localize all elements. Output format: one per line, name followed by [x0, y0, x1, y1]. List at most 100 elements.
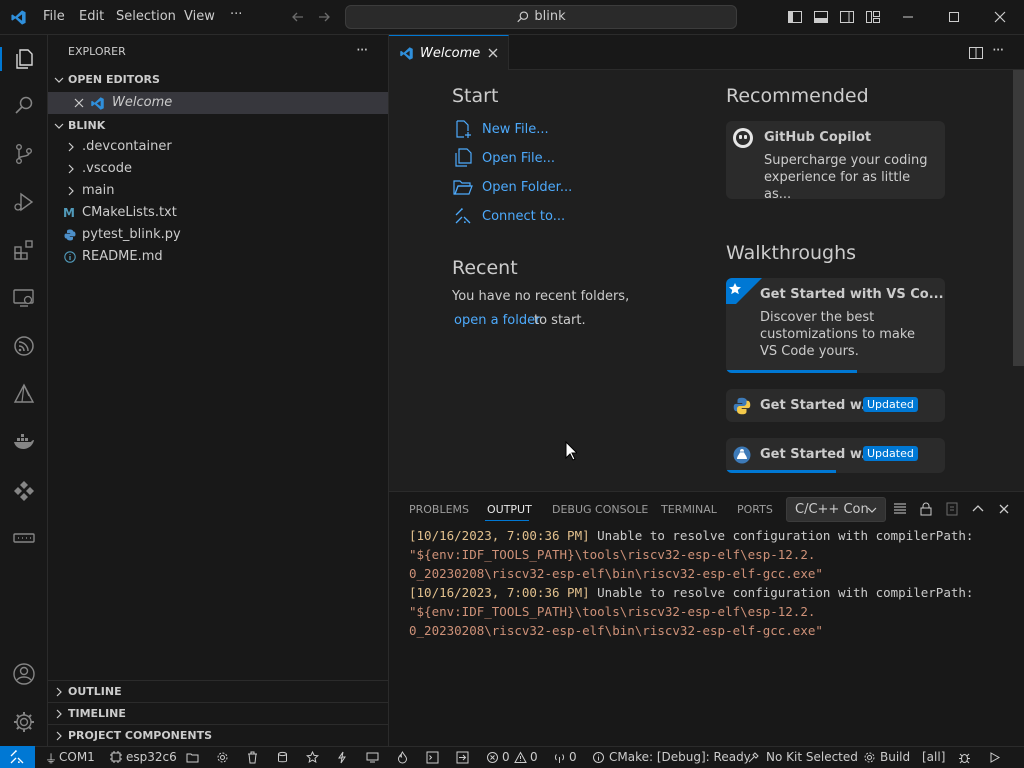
star-icon[interactable]: [306, 751, 319, 764]
chip-icon: [110, 751, 122, 763]
close-tab-icon[interactable]: [488, 48, 498, 58]
tree-item-readme[interactable]: README.md: [48, 246, 388, 268]
open-editors-header[interactable]: OPEN EDITORS: [48, 69, 388, 91]
build-target[interactable]: [all]: [922, 750, 945, 764]
tab-welcome[interactable]: Welcome: [389, 35, 509, 70]
customize-layout-icon[interactable]: [865, 9, 881, 25]
error-count[interactable]: 0: [502, 750, 510, 764]
close-window-icon[interactable]: [992, 9, 1008, 25]
search-view-icon[interactable]: [12, 94, 36, 118]
build-button[interactable]: Build: [880, 750, 910, 764]
tab-output[interactable]: OUTPUT: [487, 503, 532, 516]
copilot-card[interactable]: GitHub Copilot Supercharge your coding e…: [726, 121, 945, 199]
log-timestamp: [10/16/2023, 7:00:36 PM]: [409, 528, 590, 543]
database-icon[interactable]: [276, 751, 289, 764]
target-status[interactable]: esp32c6: [126, 750, 177, 764]
tree-item-main[interactable]: main: [48, 180, 388, 202]
remote-indicator[interactable]: [0, 746, 35, 768]
maximize-panel-icon[interactable]: [970, 501, 986, 517]
folder-icon[interactable]: [186, 751, 199, 764]
menu-file[interactable]: File: [43, 9, 65, 24]
toggle-secondary-sidebar-icon[interactable]: [839, 9, 855, 25]
output-channel-select[interactable]: C/C++ Con: [786, 497, 886, 522]
tab-ports[interactable]: PORTS: [737, 503, 773, 516]
trash-icon[interactable]: [246, 751, 259, 764]
flash-icon[interactable]: [336, 751, 349, 764]
open-folder-link[interactable]: Open Folder...: [482, 180, 572, 195]
docker-icon[interactable]: [12, 430, 36, 454]
walkthrough-card-linux[interactable]: Get Started w... Updated: [726, 438, 945, 473]
more-menu-icon[interactable]: ···: [230, 7, 242, 22]
activity-bar: [0, 35, 48, 746]
toggle-primary-sidebar-icon[interactable]: [787, 9, 803, 25]
accounts-icon[interactable]: [12, 662, 36, 686]
cmake-tools-icon[interactable]: [12, 382, 36, 406]
menu-selection[interactable]: Selection: [116, 9, 176, 24]
tab-problems[interactable]: PROBLEMS: [409, 503, 469, 516]
tree-item-devcontainer[interactable]: .devcontainer: [48, 136, 388, 158]
esp-idf-icon[interactable]: [12, 334, 36, 358]
word-wrap-icon[interactable]: [892, 501, 908, 517]
editor-more-actions-icon[interactable]: ···: [992, 41, 1004, 59]
cmake-status[interactable]: CMake: [Debug]: Ready: [609, 750, 751, 764]
tree-item-pytest[interactable]: pytest_blink.py: [48, 224, 388, 246]
components-icon[interactable]: [12, 478, 36, 502]
settings-gear-icon[interactable]: [216, 751, 229, 764]
serial-monitor-icon[interactable]: [12, 526, 36, 550]
toggle-panel-icon[interactable]: [813, 9, 829, 25]
output-log[interactable]: [10/16/2023, 7:00:36 PM] Unable to resol…: [409, 526, 1009, 640]
close-editor-icon[interactable]: [74, 98, 84, 108]
connect-to-link[interactable]: Connect to...: [482, 209, 565, 224]
tab-terminal[interactable]: TERMINAL: [661, 503, 717, 516]
run-debug-icon[interactable]: [12, 190, 36, 214]
back-arrow-icon[interactable]: [290, 9, 306, 25]
info-count[interactable]: 0: [569, 750, 577, 764]
more-actions-icon[interactable]: ···: [356, 41, 368, 59]
monitor-icon[interactable]: [366, 751, 379, 764]
split-editor-icon[interactable]: [968, 45, 984, 61]
kit-status[interactable]: No Kit Selected: [766, 750, 858, 764]
forward-arrow-icon[interactable]: [316, 9, 332, 25]
walkthrough-card-python[interactable]: Get Started w... Updated: [726, 389, 945, 422]
serial-port-status[interactable]: COM1: [59, 750, 95, 764]
open-editors-label: OPEN EDITORS: [68, 73, 160, 86]
lock-icon[interactable]: [918, 501, 934, 517]
close-panel-icon[interactable]: [996, 501, 1012, 517]
log-path: 0_20230208\riscv32-esp-elf\bin\riscv32-e…: [409, 566, 823, 581]
chevron-right-icon: [54, 687, 64, 697]
menu-edit[interactable]: Edit: [79, 9, 104, 24]
project-components-section[interactable]: PROJECT COMPONENTS: [48, 724, 388, 746]
maximize-icon[interactable]: [946, 9, 962, 25]
welcome-scrollbar[interactable]: [1013, 70, 1024, 366]
warning-count[interactable]: 0: [530, 750, 538, 764]
open-file-link[interactable]: Open File...: [482, 151, 555, 166]
clear-output-icon[interactable]: [944, 501, 960, 517]
debug-bug-icon[interactable]: [958, 751, 971, 764]
source-control-icon[interactable]: [12, 142, 36, 166]
open-editor-item[interactable]: Welcome: [48, 92, 388, 114]
editor-tab-bar: Welcome ···: [389, 35, 1024, 70]
new-file-link[interactable]: New File...: [482, 122, 549, 137]
tab-debug-console[interactable]: DEBUG CONSOLE: [552, 503, 648, 516]
welcome-page: Start New File... Open File... Open Fold…: [389, 70, 1024, 490]
outline-section[interactable]: OUTLINE: [48, 680, 388, 702]
menu-view[interactable]: View: [184, 9, 215, 24]
tree-item-vscode[interactable]: .vscode: [48, 158, 388, 180]
run-play-icon[interactable]: [988, 751, 1001, 764]
remote-explorer-icon[interactable]: [12, 286, 36, 310]
tree-item-cmakelists[interactable]: M CMakeLists.txt: [48, 202, 388, 224]
extensions-icon[interactable]: [12, 238, 36, 262]
timeline-section[interactable]: TIMELINE: [48, 702, 388, 724]
chevron-right-icon: [66, 164, 76, 174]
minimize-icon[interactable]: [900, 9, 916, 25]
settings-gear-icon[interactable]: [12, 710, 36, 734]
explorer-icon[interactable]: [12, 47, 36, 71]
build-flash-monitor-icon[interactable]: [456, 751, 469, 764]
open-folder-inline-link[interactable]: open a folder: [454, 313, 540, 328]
terminal-icon[interactable]: [426, 751, 439, 764]
walkthrough-card-vscode[interactable]: Get Started with VS Co... Discover the b…: [726, 278, 945, 373]
star-icon: [726, 278, 762, 304]
folder-header-blink[interactable]: BLINK: [48, 115, 388, 137]
fire-icon[interactable]: [396, 751, 409, 764]
command-center-search[interactable]: blink: [345, 5, 737, 29]
